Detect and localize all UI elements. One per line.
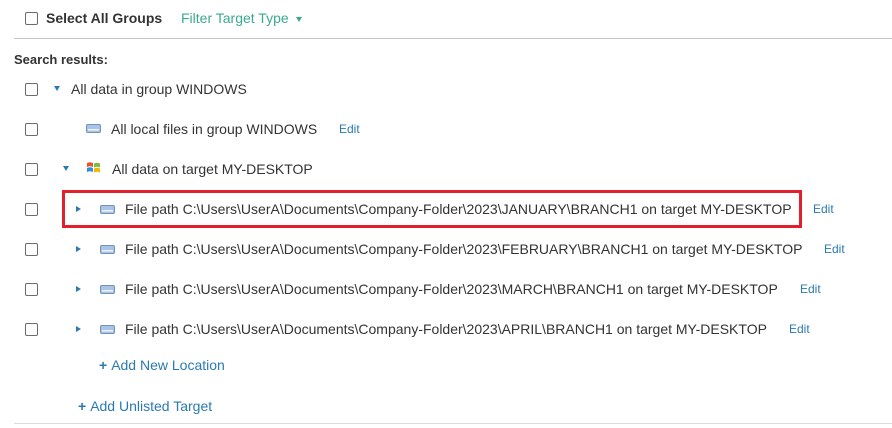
drive-icon (100, 205, 115, 214)
drive-icon (100, 285, 115, 294)
local-files-label: All local files in group WINDOWS (111, 121, 318, 137)
drive-icon (100, 245, 115, 254)
expand-caret-icon[interactable] (76, 286, 81, 292)
path-row-checkbox[interactable] (25, 203, 38, 216)
edit-link[interactable]: Edit (789, 321, 810, 337)
path-row-checkbox[interactable] (25, 283, 38, 296)
expand-caret-icon[interactable] (76, 206, 81, 212)
edit-link[interactable]: Edit (824, 241, 845, 257)
caret-down-icon (295, 16, 302, 22)
path-row-label: File path C:\Users\UserA\Documents\Compa… (125, 201, 792, 217)
filter-target-type-dropdown[interactable]: Filter Target Type (181, 9, 302, 27)
expand-caret-icon[interactable] (76, 326, 81, 332)
edit-link[interactable]: Edit (813, 201, 834, 217)
path-row-label: File path C:\Users\UserA\Documents\Compa… (125, 281, 778, 297)
path-row-checkbox[interactable] (25, 243, 38, 256)
windows-logo-icon (87, 162, 100, 173)
add-location-label: Add New Location (111, 357, 225, 373)
plus-icon: + (78, 398, 87, 414)
edit-link[interactable]: Edit (800, 281, 821, 297)
plus-icon: + (99, 357, 108, 373)
footer-divider (14, 423, 892, 424)
header-divider (14, 38, 892, 39)
path-row-label: File path C:\Users\UserA\Documents\Compa… (125, 321, 767, 337)
select-all-label[interactable]: Select All Groups (46, 9, 162, 27)
expand-caret-icon[interactable] (76, 246, 81, 252)
add-unlisted-target-button[interactable]: + Add Unlisted Target (78, 397, 212, 415)
target-row-checkbox[interactable] (25, 163, 38, 176)
select-all-checkbox[interactable] (25, 12, 38, 25)
add-target-label: Add Unlisted Target (90, 398, 213, 414)
path-row-checkbox[interactable] (25, 323, 38, 336)
drive-icon (100, 325, 115, 334)
drive-icon (86, 124, 101, 133)
group-row-label: All data in group WINDOWS (71, 81, 247, 97)
edit-link[interactable]: Edit (339, 121, 360, 137)
group-row-checkbox[interactable] (25, 83, 38, 96)
expand-caret-icon[interactable] (54, 86, 60, 91)
filter-label: Filter Target Type (181, 10, 289, 26)
search-results-label: Search results: (14, 52, 108, 67)
local-files-checkbox[interactable] (25, 123, 38, 136)
path-row-label: File path C:\Users\UserA\Documents\Compa… (125, 241, 803, 257)
target-row-label: All data on target MY-DESKTOP (112, 161, 313, 177)
add-new-location-button[interactable]: + Add New Location (99, 356, 225, 374)
expand-caret-icon[interactable] (63, 166, 69, 171)
